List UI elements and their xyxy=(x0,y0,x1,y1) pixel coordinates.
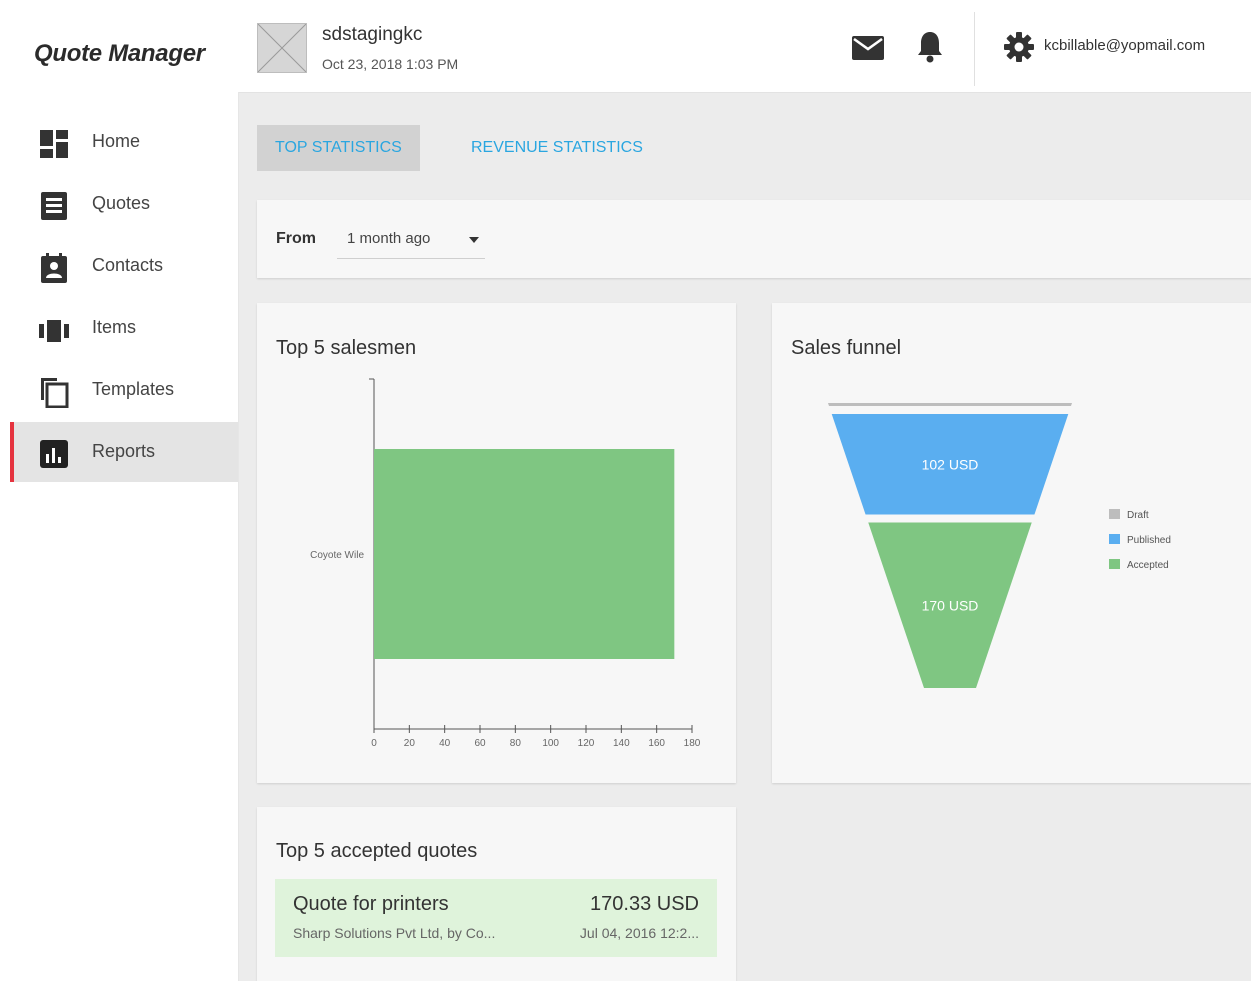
sidebar-item-label: Home xyxy=(92,131,141,151)
top-salesmen-card: Top 5 salesmen 0 20 40 60 80 100 120 140 160 180 C… xyxy=(257,303,736,783)
legend-label: Accepted xyxy=(1127,560,1169,571)
sales-funnel-chart: 102 USD 170 USD Draft Published Accepted xyxy=(828,403,1171,688)
sidebar-item-contacts[interactable]: Contacts xyxy=(10,236,238,296)
x-tick-label: 120 xyxy=(578,738,595,749)
x-tick-label: 80 xyxy=(510,738,522,749)
sidebar-item-items[interactable]: Items xyxy=(10,298,238,358)
legend-label: Published xyxy=(1127,535,1171,546)
x-tick-label: 40 xyxy=(439,738,451,749)
x-tick-label: 0 xyxy=(371,738,377,749)
legend-swatch xyxy=(1109,534,1120,544)
from-label: From xyxy=(276,230,316,247)
mail-icon[interactable] xyxy=(851,35,885,66)
legend-label: Draft xyxy=(1127,510,1149,521)
from-period-select[interactable]: 1 month ago xyxy=(337,222,485,259)
user-email[interactable]: kcbillable@yopmail.com xyxy=(1044,37,1205,54)
quote-title: Quote for printers xyxy=(293,893,449,915)
document-icon xyxy=(41,192,67,220)
top-salesmen-chart: 0 20 40 60 80 100 120 140 160 180 Coyote Wile xyxy=(310,378,701,749)
image-placeholder-icon xyxy=(257,23,307,73)
copy-icon xyxy=(41,378,69,408)
sidebar-item-reports[interactable]: Reports xyxy=(10,422,238,482)
sidebar-item-home[interactable]: Home xyxy=(10,112,238,172)
x-tick-label: 100 xyxy=(542,738,559,749)
tab-revenue-statistics[interactable]: REVENUE STATISTICS xyxy=(453,125,661,171)
bar-chart-icon xyxy=(40,440,68,468)
x-tick-label: 140 xyxy=(613,738,630,749)
quote-subtitle: Sharp Solutions Pvt Ltd, by Co... xyxy=(293,925,496,941)
dashboard-icon xyxy=(40,130,68,158)
sidebar-item-label: Items xyxy=(92,317,137,337)
date-filter-card: From 1 month ago xyxy=(257,200,1251,278)
x-tick-label: 180 xyxy=(684,738,701,749)
salesman-bar xyxy=(374,449,675,659)
main-content: TOP STATISTICS REVENUE STATISTICS From 1… xyxy=(239,93,1251,981)
header-divider xyxy=(974,12,975,86)
sidebar-item-label: Contacts xyxy=(92,255,164,275)
items-icon xyxy=(39,320,69,342)
from-period-value: 1 month ago xyxy=(347,230,431,247)
sidebar-item-label: Templates xyxy=(92,379,175,399)
category-label: Coyote Wile xyxy=(310,550,364,561)
sidebar-item-label: Quotes xyxy=(92,193,151,213)
account-datetime: Oct 23, 2018 1:03 PM xyxy=(322,56,459,72)
gear-icon[interactable] xyxy=(1003,31,1035,68)
sales-funnel-card: Sales funnel 102 USD 170 USD Draft Publishe… xyxy=(772,303,1251,783)
top-accepted-quotes-card: Top 5 accepted quotes Quote for printers… xyxy=(257,807,736,981)
funnel-value-label: 170 USD xyxy=(922,597,979,613)
sidebar-item-label: Reports xyxy=(92,441,156,461)
bell-icon[interactable] xyxy=(916,30,944,69)
quote-amount: 170.33 USD xyxy=(590,893,699,915)
sidebar-item-templates[interactable]: Templates xyxy=(10,360,238,420)
legend-swatch xyxy=(1109,509,1120,519)
x-tick-label: 60 xyxy=(474,738,486,749)
x-tick-label: 20 xyxy=(404,738,416,749)
quote-date: Jul 04, 2016 12:2... xyxy=(579,925,699,941)
account-name[interactable]: sdstagingkc xyxy=(322,24,422,46)
tab-top-statistics[interactable]: TOP STATISTICS xyxy=(257,125,420,171)
caret-down-icon xyxy=(469,237,479,243)
sidebar: Home Quotes Contacts Items Templates Rep… xyxy=(10,92,239,981)
x-tick-label: 160 xyxy=(648,738,665,749)
contact-card-icon xyxy=(41,253,67,283)
quote-list-item[interactable]: Quote for printers 170.33 USD Sharp Solu… xyxy=(275,879,717,957)
sidebar-item-quotes[interactable]: Quotes xyxy=(10,174,238,234)
top-bar: Quote Manager sdstagingkc Oct 23, 2018 1… xyxy=(10,0,1251,93)
funnel-value-label: 102 USD xyxy=(922,456,979,472)
top-accepted-quotes-title: Top 5 accepted quotes xyxy=(276,840,478,862)
funnel-segment-draft xyxy=(828,403,1072,406)
account-avatar[interactable] xyxy=(257,23,307,73)
app-title: Quote Manager xyxy=(34,40,205,67)
legend-swatch xyxy=(1109,559,1120,569)
